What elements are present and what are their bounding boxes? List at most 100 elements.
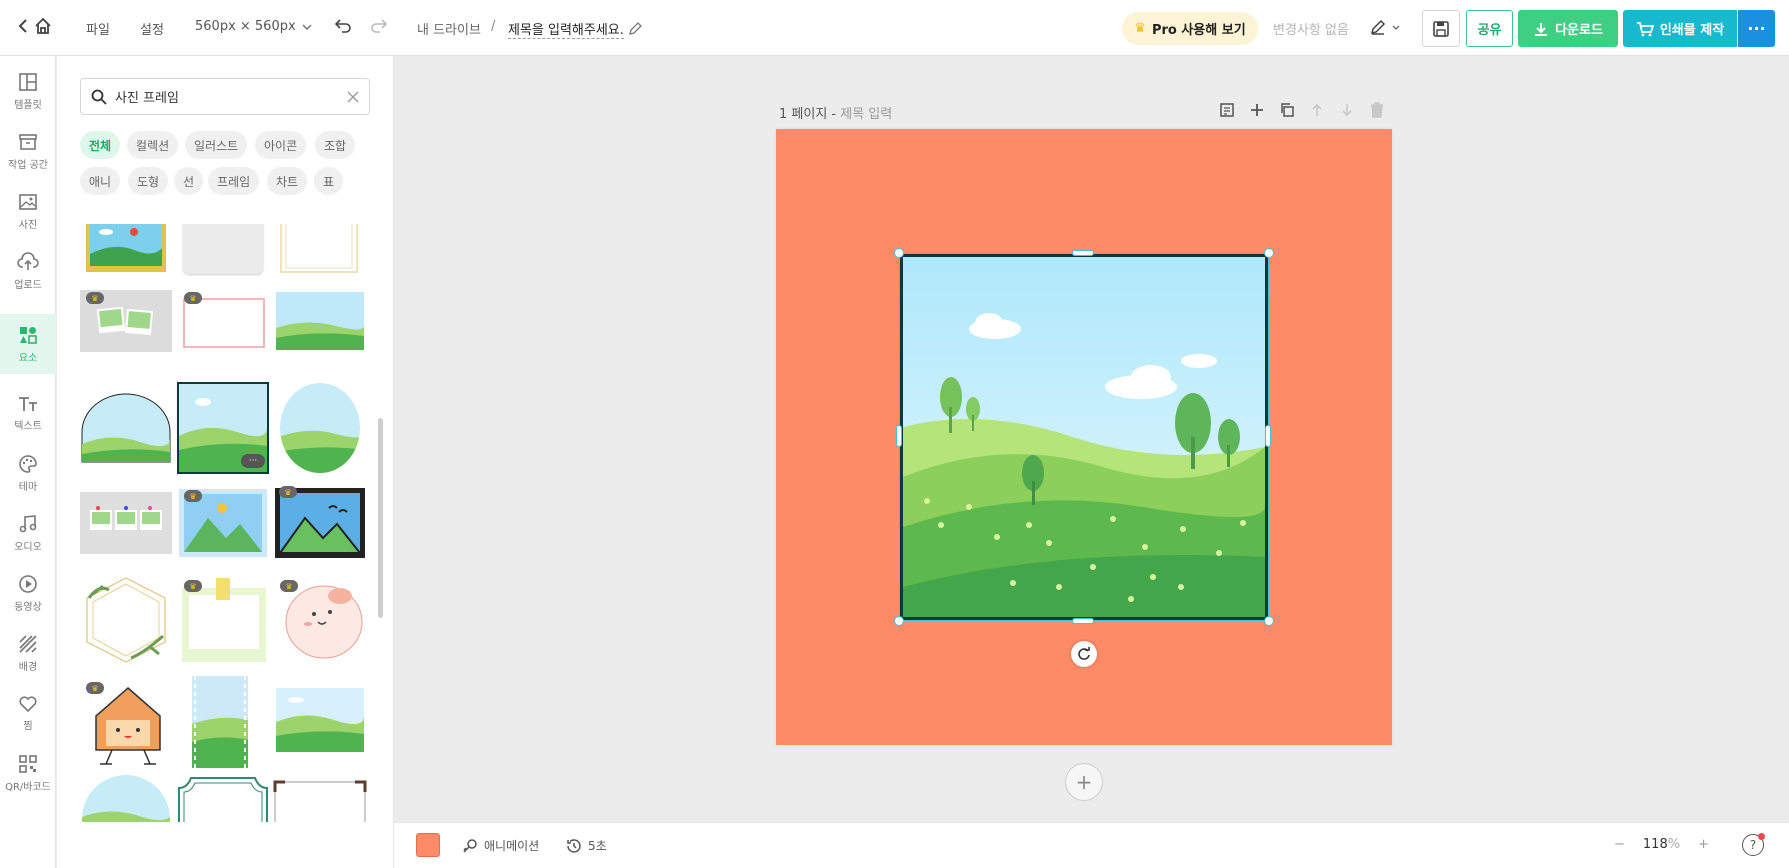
filter-chip-table[interactable]: 표: [314, 167, 344, 195]
undo-button[interactable]: [334, 18, 352, 34]
rail-item-qr[interactable]: QR/바코드: [0, 744, 56, 802]
page-title-input[interactable]: 제목 입력: [840, 107, 892, 122]
bottom-bar: 애니메이션 5초 − 118% + ?: [394, 822, 1789, 868]
frame-thumbnail[interactable]: [80, 492, 172, 554]
duplicate-page-button[interactable]: [1278, 101, 1296, 119]
filter-chip-combo[interactable]: 조합: [315, 131, 356, 159]
page-color-swatch[interactable]: [416, 833, 440, 857]
download-label: 다운로드: [1555, 23, 1603, 38]
frame-thumbnail[interactable]: [277, 224, 361, 276]
frame-thumbnail[interactable]: [181, 224, 265, 276]
frame-thumbnail[interactable]: ♛: [80, 290, 172, 352]
rail-item-theme[interactable]: 테마: [0, 444, 56, 502]
panel-scrollbar[interactable]: [378, 418, 383, 618]
close-icon[interactable]: [347, 91, 359, 103]
thumbnail-more-badge[interactable]: ···: [241, 454, 265, 468]
arrow-down-icon: [1342, 104, 1352, 117]
photo-frame-element[interactable]: [900, 254, 1268, 620]
print-order-button[interactable]: 인쇄물 제작: [1623, 10, 1737, 47]
canvas-size-dropdown[interactable]: 560px × 560px: [195, 19, 312, 34]
back-home-button[interactable]: [18, 17, 52, 35]
resize-handle-top[interactable]: [1072, 250, 1094, 256]
search-input[interactable]: [115, 89, 339, 104]
frame-thumbnail[interactable]: [273, 780, 367, 822]
redo-button[interactable]: [370, 18, 388, 34]
frame-thumbnail[interactable]: ♛: [273, 486, 367, 560]
frame-thumbnail[interactable]: ♛: [274, 576, 366, 664]
filter-chip-icon[interactable]: 아이콘: [255, 131, 307, 159]
share-button[interactable]: 공유: [1466, 10, 1513, 47]
more-menu-button[interactable]: ···: [1738, 10, 1775, 47]
frame-thumbnail[interactable]: ···: [177, 382, 269, 474]
rail-label: 오디오: [14, 541, 42, 553]
resize-handle-right[interactable]: [1265, 425, 1271, 447]
pro-trial-button[interactable]: ♛ Pro 사용해 보기: [1122, 12, 1258, 45]
filter-chip-chart[interactable]: 차트: [267, 167, 308, 195]
resize-handle-top-right[interactable]: [1264, 248, 1274, 258]
resize-handle-top-left[interactable]: [894, 248, 904, 258]
zoom-out-button[interactable]: −: [1614, 837, 1625, 852]
memo-button[interactable]: [1218, 101, 1236, 119]
chevron-left-icon: [18, 19, 27, 33]
resize-handle-bottom-right[interactable]: [1264, 616, 1274, 626]
resize-handle-left[interactable]: [896, 425, 902, 447]
move-page-up-button[interactable]: [1308, 101, 1326, 119]
rail-item-favorites[interactable]: 찜: [0, 684, 56, 742]
delete-page-button[interactable]: [1368, 101, 1386, 119]
redo-icon: [371, 19, 388, 33]
zoom-in-button[interactable]: +: [1698, 837, 1709, 852]
filter-chip-frame[interactable]: 프레임: [208, 167, 260, 195]
frame-thumbnail[interactable]: ♛: [82, 678, 174, 770]
frame-thumbnail[interactable]: ♛: [178, 488, 268, 558]
premium-crown-icon: ♛: [86, 682, 104, 694]
filter-chip-all[interactable]: 전체: [80, 131, 121, 159]
rail-item-template[interactable]: 템플릿: [0, 62, 56, 120]
rail-item-workspace[interactable]: 작업 공간: [0, 122, 56, 180]
frame-thumbnail[interactable]: [191, 674, 249, 770]
frame-thumbnail[interactable]: [276, 382, 364, 474]
add-page-button[interactable]: +: [1065, 763, 1103, 801]
help-button[interactable]: ?: [1742, 833, 1765, 856]
frame-thumbnail[interactable]: [84, 224, 168, 274]
pen-tool-button[interactable]: [1370, 19, 1400, 35]
frame-thumbnail[interactable]: [79, 574, 173, 666]
frame-thumbnail[interactable]: [276, 290, 364, 352]
filter-chip-collection[interactable]: 컬렉션: [127, 131, 179, 159]
resize-handle-bottom-left[interactable]: [894, 616, 904, 626]
document-title[interactable]: 제목을 입력해주세요.: [508, 19, 642, 39]
filter-chip-shape[interactable]: 도형: [128, 167, 169, 195]
rotate-handle[interactable]: [1071, 641, 1097, 667]
add-page-tool-button[interactable]: [1248, 101, 1266, 119]
download-button[interactable]: 다운로드: [1518, 10, 1618, 47]
filter-chip-line[interactable]: 선: [174, 167, 204, 195]
save-button[interactable]: [1422, 10, 1460, 47]
rail-item-video[interactable]: 동영상: [0, 564, 56, 622]
frame-thumbnail[interactable]: ♛: [178, 290, 270, 352]
frame-thumbnail[interactable]: [79, 772, 173, 822]
rail-label: QR/바코드: [5, 781, 51, 793]
rail-item-background[interactable]: 배경: [0, 624, 56, 682]
frame-thumbnail[interactable]: ♛: [178, 576, 270, 664]
animation-button[interactable]: 애니메이션: [462, 837, 539, 854]
filter-chip-animation[interactable]: 애니: [80, 167, 121, 195]
rail-item-audio[interactable]: 오디오: [0, 504, 56, 562]
frame-thumbnail[interactable]: [274, 686, 366, 754]
move-page-down-button[interactable]: [1338, 101, 1356, 119]
rail-item-photo[interactable]: 사진: [0, 182, 56, 240]
premium-crown-icon: ♛: [279, 486, 297, 498]
landscape-illustration: [903, 257, 1265, 617]
rail-item-text[interactable]: 텍스트: [0, 384, 56, 442]
upload-icon: [17, 251, 39, 270]
filter-chip-illustration[interactable]: 일러스트: [185, 131, 248, 159]
frame-thumbnail[interactable]: [80, 392, 172, 464]
menu-file[interactable]: 파일: [86, 19, 110, 38]
duration-button[interactable]: 5초: [566, 837, 607, 854]
resize-handle-bottom[interactable]: [1072, 618, 1094, 624]
rail-item-elements[interactable]: 요소: [0, 314, 56, 374]
rail-item-upload[interactable]: 업로드: [0, 242, 56, 300]
frame-thumbnail[interactable]: [177, 774, 269, 822]
page-label: 1 페이지 - 제목 입력: [779, 103, 892, 122]
breadcrumb-drive[interactable]: 내 드라이브: [417, 19, 481, 38]
menu-settings[interactable]: 설정: [140, 19, 164, 38]
zoom-value[interactable]: 118%: [1643, 837, 1680, 852]
